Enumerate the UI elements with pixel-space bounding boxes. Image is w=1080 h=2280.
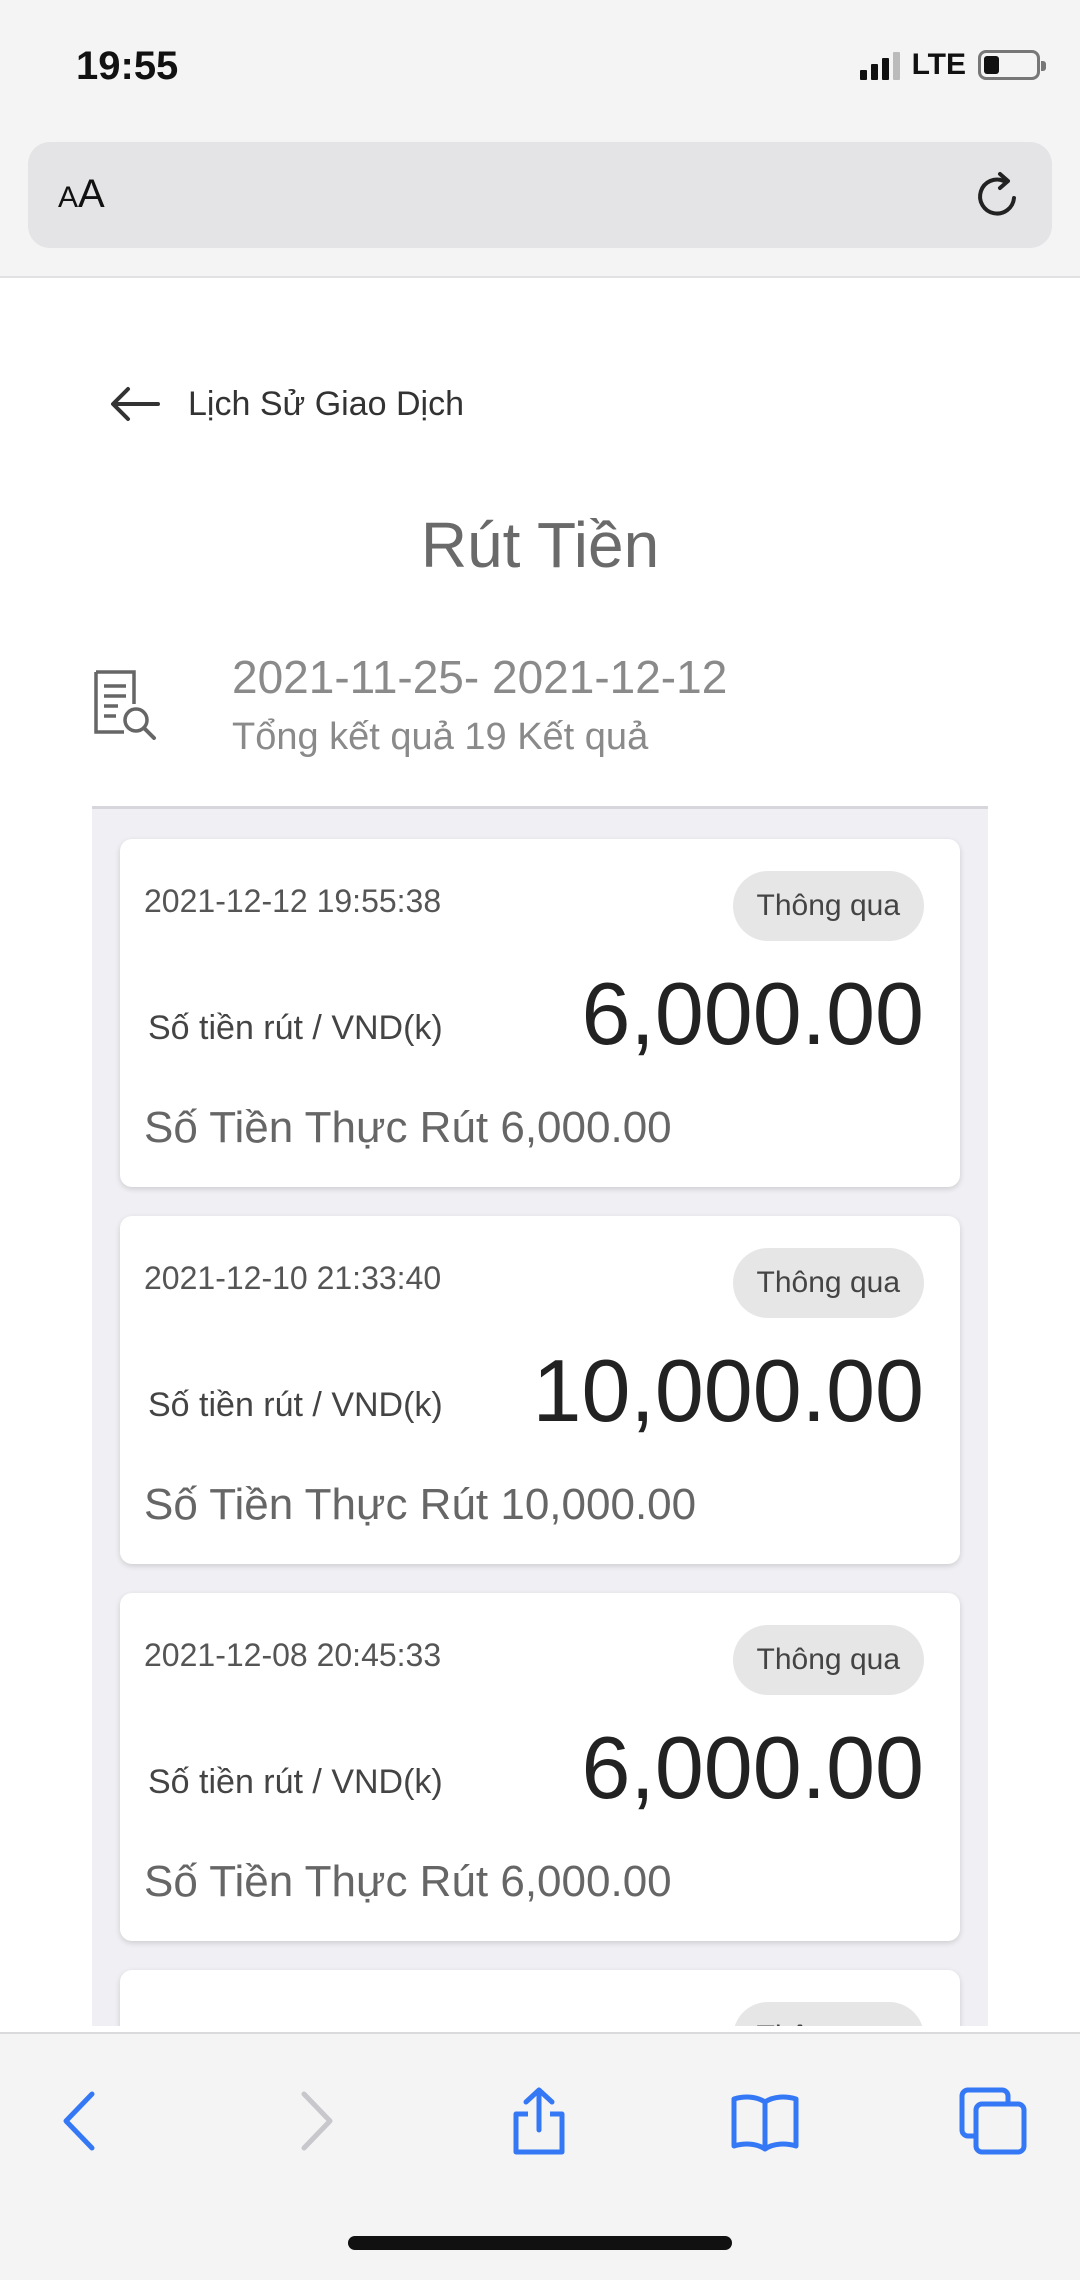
status-indicators: LTE <box>859 48 1046 82</box>
transaction-card[interactable]: 2021-12-08 20:45:33 Thông qua Số tiền rú… <box>120 1593 960 1941</box>
result-count: Tổng kết quả 19 Kết quả <box>232 716 649 758</box>
actual-amount: Số Tiền Thực Rút 10,000.00 <box>144 1480 697 1529</box>
actual-amount: Số Tiền Thực Rút 6,000.00 <box>144 1857 672 1906</box>
home-indicator <box>348 2236 732 2250</box>
transaction-time: 2021-12-08 20:45:33 <box>144 1637 442 1673</box>
back-button[interactable]: Lịch Sử Giao Dịch <box>108 384 464 424</box>
back-label: Lịch Sử Giao Dịch <box>188 384 464 423</box>
network-label: LTE <box>911 48 966 81</box>
reload-icon[interactable] <box>970 168 1026 224</box>
text-size-button[interactable]: AA <box>58 172 105 217</box>
document-search-icon <box>94 670 156 740</box>
actual-amount: Số Tiền Thực Rút 6,000.00 <box>144 1103 672 1152</box>
withdraw-amount: 6,000.00 <box>581 964 924 1063</box>
status-badge: Thông qua <box>732 1248 924 1318</box>
transaction-time: 2021-12-12 19:55:38 <box>144 883 442 919</box>
address-bar[interactable]: AA <box>28 142 1052 248</box>
chevron-right-icon <box>301 2091 333 2151</box>
transaction-card[interactable]: 2021-12-12 19:55:38 Thông qua Số tiền rú… <box>120 839 960 1187</box>
share-icon[interactable] <box>504 2086 574 2156</box>
amount-label: Số tiền rút / VND(k) <box>148 1009 443 1047</box>
battery-icon <box>978 50 1046 80</box>
tabs-icon[interactable] <box>958 2086 1028 2156</box>
chevron-left-icon[interactable] <box>48 2086 118 2156</box>
signal-icon <box>859 50 900 80</box>
withdraw-amount: 10,000.00 <box>532 1341 925 1440</box>
transaction-card[interactable]: 2021-12-10 21:33:40 Thông qua Số tiền rú… <box>120 1216 960 1564</box>
date-range: 2021-11-25- 2021-12-12 <box>232 651 728 703</box>
page-title: Rút Tiền <box>420 509 660 581</box>
status-badge: Thông qua <box>732 2002 924 2026</box>
amount-label: Số tiền rút / VND(k) <box>148 1763 443 1801</box>
browser-top-bar: 19:55 LTE AA <box>0 0 1080 278</box>
transaction-list[interactable]: 2021-12-12 19:55:38 Thông qua Số tiền rú… <box>92 806 988 2026</box>
status-badge: Thông qua <box>732 871 924 941</box>
bookmarks-icon[interactable] <box>730 2086 800 2156</box>
arrow-left-icon <box>111 387 160 421</box>
transaction-time: 2021-12-10 21:33:40 <box>144 1260 442 1296</box>
amount-label: Số tiền rút / VND(k) <box>148 1386 443 1424</box>
status-badge: Thông qua <box>732 1625 924 1695</box>
status-time: 19:55 <box>76 44 179 88</box>
transaction-card-partial[interactable]: Thông qua <box>120 1970 960 2026</box>
withdraw-amount: 6,000.00 <box>581 1718 924 1817</box>
